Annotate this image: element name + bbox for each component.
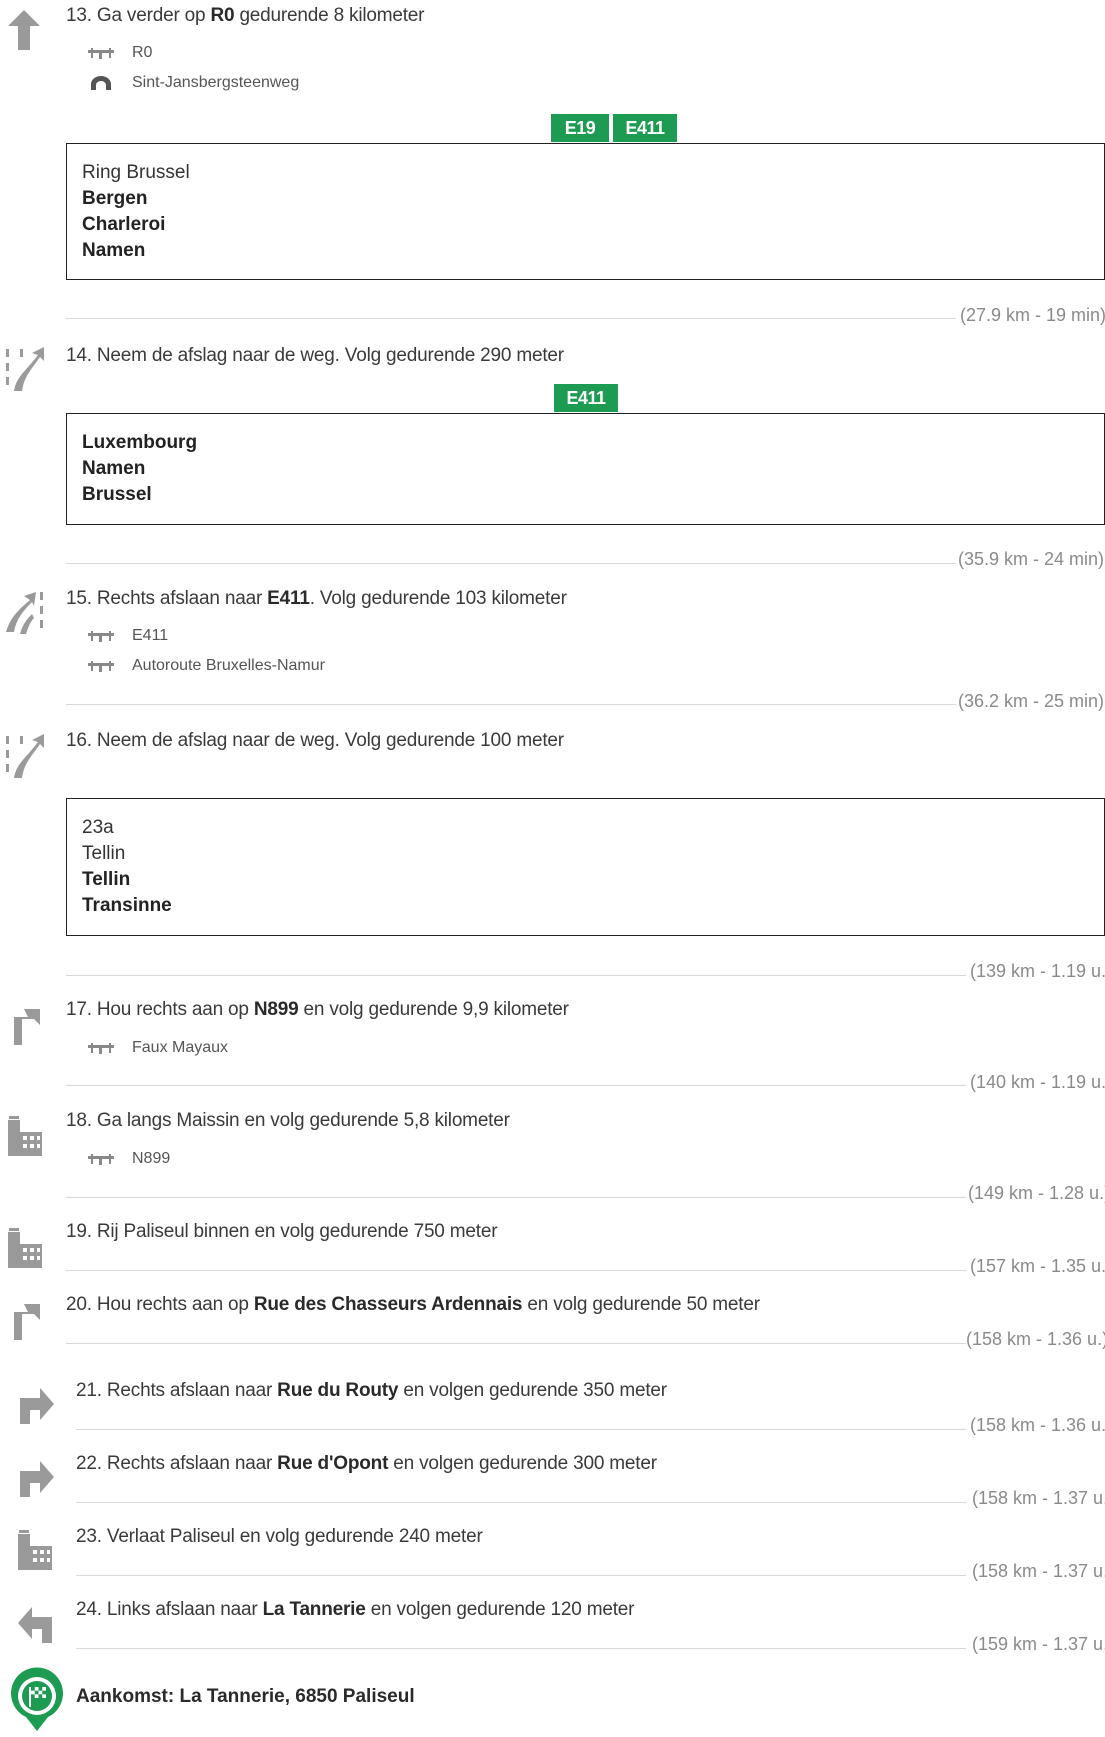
step-detail: Autoroute Bruxelles-Namur <box>88 657 325 675</box>
keep-right-icon <box>14 1009 40 1045</box>
step-detail: Faux Mayaux <box>88 1039 228 1057</box>
arrival-text: Aankomst: La Tannerie, 6850 Paliseul <box>76 1686 415 1707</box>
step-instruction: 20. Hou rechts aan op Rue des Chasseurs … <box>66 1294 760 1315</box>
step-distance: (158 km - 1.37 u.) <box>972 1561 1105 1581</box>
step-distance: (157 km - 1.35 u.) <box>970 1256 1105 1276</box>
step-detail: N899 <box>88 1150 170 1168</box>
city-icon <box>8 1228 42 1268</box>
step-separator <box>76 1648 966 1649</box>
step-instruction: 14. Neem de afslag naar de weg. Volg ged… <box>66 345 564 366</box>
straight-arrow-icon <box>8 10 40 50</box>
step-distance: (149 km - 1.28 u.) <box>968 1183 1105 1203</box>
step-separator <box>66 318 956 319</box>
step-separator <box>76 1502 966 1503</box>
step-separator <box>66 704 956 705</box>
step-instruction: 18. Ga langs Maissin en volg gedurende 5… <box>66 1110 510 1131</box>
step-instruction: 21. Rechts afslaan naar Rue du Routy en … <box>76 1380 667 1401</box>
step-distance: (159 km - 1.37 u.) <box>972 1634 1105 1654</box>
step-separator <box>66 1197 966 1198</box>
road-icon <box>88 1153 114 1165</box>
direction-sign: 23a Tellin Tellin Transinne <box>66 798 1105 936</box>
step-instruction: 24. Links afslaan naar La Tannerie en vo… <box>76 1599 635 1620</box>
step-distance: (139 km - 1.19 u.) <box>970 961 1105 981</box>
sign-line: Tellin <box>82 869 131 890</box>
step-instruction: 17. Hou rechts aan op N899 en volg gedur… <box>66 999 569 1020</box>
step-distance: (36.2 km - 25 min) <box>958 691 1105 711</box>
step-instruction: 16. Neem de afslag naar de weg. Volg ged… <box>66 730 564 751</box>
step-distance: (158 km - 1.36 u.) <box>970 1415 1105 1435</box>
sign-line: Namen <box>82 240 146 261</box>
sign-line: Tellin <box>82 843 126 864</box>
sign-line: Brussel <box>82 484 152 505</box>
merge-right-icon <box>6 592 43 634</box>
step-separator <box>76 1575 966 1576</box>
road-icon <box>88 1042 114 1054</box>
sign-line: Namen <box>82 458 146 479</box>
finish-flag-icon <box>11 1667 63 1731</box>
step-separator <box>66 1270 966 1271</box>
step-separator <box>66 1085 966 1086</box>
sign-line: Luxembourg <box>82 432 198 453</box>
keep-right-icon <box>14 1304 40 1340</box>
step-instruction: 13. Ga verder op R0 gedurende 8 kilomete… <box>66 5 425 26</box>
exit-ramp-icon <box>6 347 44 391</box>
turn-right-icon <box>20 1461 54 1497</box>
city-icon <box>8 1116 42 1156</box>
turn-right-icon <box>20 1388 54 1424</box>
step-instruction: 23. Verlaat Paliseul en volg gedurende 2… <box>76 1526 483 1547</box>
sign-line: Bergen <box>82 188 148 209</box>
step-detail: R0 <box>88 44 152 62</box>
step-distance: (158 km - 1.37 u.) <box>972 1488 1105 1508</box>
direction-sign: Ring Brussel Bergen Charleroi Namen <box>66 143 1105 280</box>
tunnel-icon <box>91 75 111 90</box>
exit-ramp-icon <box>6 734 44 778</box>
road-shield: E411 <box>554 384 618 412</box>
sign-line: Ring Brussel <box>82 162 190 183</box>
step-separator <box>76 1429 966 1430</box>
step-distance: (140 km - 1.19 u.) <box>970 1072 1105 1092</box>
step-detail: E411 <box>88 627 168 645</box>
step-separator <box>66 975 966 976</box>
step-distance: (27.9 km - 19 min) <box>960 305 1105 325</box>
step-separator <box>66 1343 966 1344</box>
direction-sign: Luxembourg Namen Brussel <box>66 413 1105 525</box>
sign-line: Charleroi <box>82 214 166 235</box>
road-icon <box>88 47 114 59</box>
road-shield: E19 <box>551 114 609 142</box>
road-shield: E411 <box>613 114 677 142</box>
step-instruction: 22. Rechts afslaan naar Rue d'Opont en v… <box>76 1453 657 1474</box>
turn-left-icon <box>18 1607 52 1643</box>
step-distance: (35.9 km - 24 min) <box>958 549 1105 569</box>
step-distance: (158 km - 1.36 u.) <box>966 1329 1105 1349</box>
step-instruction: 15. Rechts afslaan naar E411. Volg gedur… <box>66 588 567 609</box>
sign-line: 23a <box>82 817 114 838</box>
step-separator <box>66 563 956 564</box>
road-icon <box>88 660 114 672</box>
step-instruction: 19. Rij Paliseul binnen en volg gedurend… <box>66 1221 498 1242</box>
road-icon <box>88 630 114 642</box>
sign-line: Transinne <box>82 895 172 916</box>
step-detail: Sint-Jansbergsteenweg <box>88 74 299 92</box>
city-icon <box>18 1530 52 1570</box>
